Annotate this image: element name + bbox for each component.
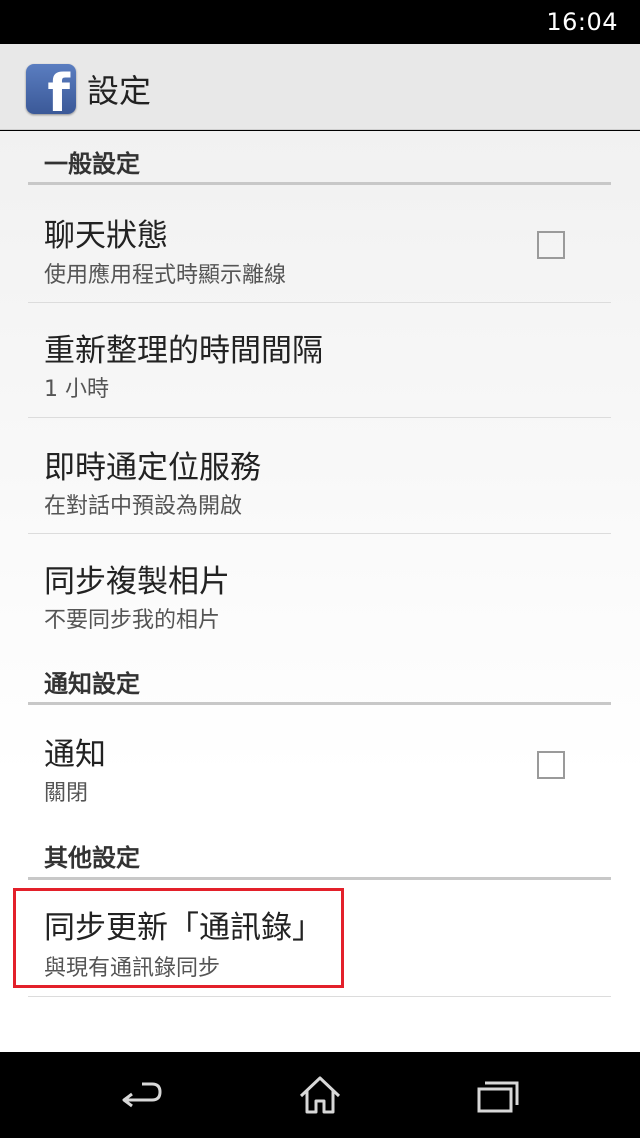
- action-bar: f 設定: [0, 44, 640, 130]
- page-title: 設定: [87, 72, 152, 110]
- chat-status-checkbox[interactable]: [537, 231, 565, 259]
- setting-refresh-interval[interactable]: 重新整理的時間間隔 1 小時: [28, 303, 611, 418]
- item-summary: 使用應用程式時顯示離線: [44, 263, 287, 288]
- notifications-checkbox[interactable]: [537, 751, 565, 779]
- setting-chat-status[interactable]: 聊天狀態 使用應用程式時顯示離線: [28, 185, 611, 303]
- item-summary: 不要同步我的相片: [44, 608, 221, 633]
- highlight-box: [13, 888, 344, 988]
- item-summary: 關閉: [44, 781, 89, 806]
- setting-location-service[interactable]: 即時通定位服務 在對話中預設為開啟: [28, 418, 611, 533]
- recents-icon[interactable]: [468, 1070, 528, 1120]
- section-header-notifications: 通知設定: [44, 670, 140, 698]
- item-title: 同步複製相片: [44, 564, 230, 600]
- item-summary: 1 小時: [44, 377, 109, 402]
- facebook-glyph: f: [47, 64, 70, 114]
- section-header-other: 其他設定: [44, 844, 140, 872]
- section-header-general: 一般設定: [44, 150, 140, 178]
- setting-notifications[interactable]: 通知 關閉: [28, 705, 611, 823]
- item-title: 通知: [44, 737, 106, 773]
- item-title: 重新整理的時間間隔: [44, 333, 323, 369]
- back-icon[interactable]: [112, 1070, 172, 1120]
- setting-photo-sync[interactable]: 同步複製相片 不要同步我的相片: [28, 534, 611, 649]
- home-icon[interactable]: [290, 1070, 350, 1120]
- item-divider: [28, 996, 611, 997]
- item-title: 即時通定位服務: [44, 450, 261, 486]
- facebook-icon[interactable]: f: [26, 64, 76, 114]
- navigation-bar: [0, 1052, 640, 1138]
- status-bar: 16:04: [0, 0, 640, 44]
- item-title: 聊天狀態: [44, 218, 168, 254]
- status-time: 16:04: [546, 8, 618, 36]
- item-summary: 在對話中預設為開啟: [44, 494, 243, 519]
